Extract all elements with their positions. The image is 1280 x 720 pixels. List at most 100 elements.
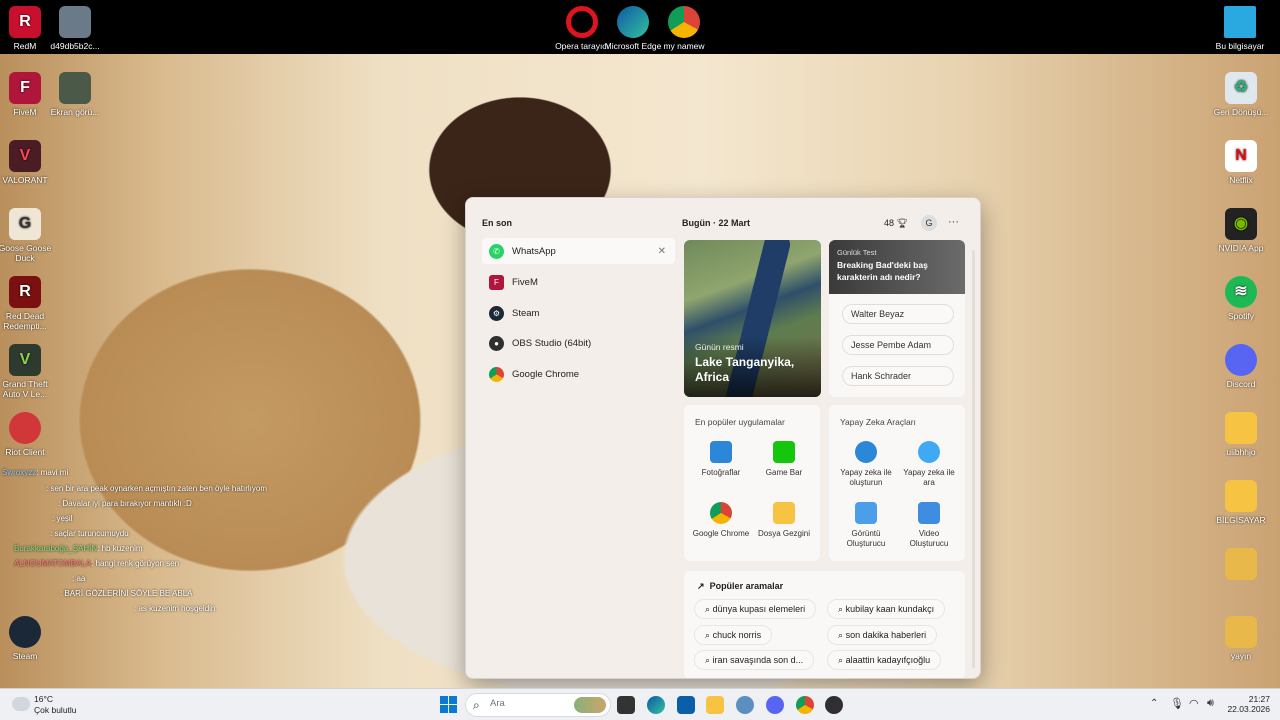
app-photos[interactable]: Fotoğraflar bbox=[691, 441, 751, 478]
video-creator-icon bbox=[918, 502, 940, 524]
desktop-icon-this-pc[interactable]: Bu bilgisayar bbox=[1208, 6, 1272, 51]
quiz-answer-1[interactable]: Walter Beyaz bbox=[842, 304, 954, 324]
volume-icon[interactable]: 🔊︎ bbox=[1207, 697, 1214, 710]
recent-item-whatsapp[interactable]: ✆ WhatsApp ✕ bbox=[482, 238, 675, 264]
gta-icon: V bbox=[9, 344, 41, 376]
search-icon: ⌕ bbox=[838, 655, 844, 665]
desktop-icon-valorant[interactable]: V VALORANT bbox=[0, 140, 57, 185]
close-icon[interactable]: ✕ bbox=[658, 246, 666, 257]
desktop-icon-screenshot[interactable]: Ekran görü... bbox=[43, 72, 107, 117]
ai-create[interactable]: Yapay zeka ile oluşturun bbox=[836, 441, 896, 488]
wifi-icon[interactable]: ◠ bbox=[1189, 697, 1199, 710]
popular-apps-title: En popüler uygulamalar bbox=[695, 417, 785, 427]
clock-time: 21:27 bbox=[1248, 694, 1270, 704]
netflix-icon: N bbox=[1225, 140, 1257, 172]
microphone-icon[interactable]: 🎙︎ bbox=[1170, 697, 1184, 710]
taskbar: 16°C Çok bulutlu ⌕ ⌃ 🎙︎ ◠ 🔊︎ 21:27 22.03… bbox=[0, 688, 1280, 720]
search-icon: ⌕ bbox=[473, 698, 480, 712]
folder-icon bbox=[773, 502, 795, 524]
recent-item-fivem[interactable]: F FiveM bbox=[482, 269, 675, 295]
chrome-icon[interactable] bbox=[796, 696, 814, 714]
quiz-answer-2[interactable]: Jesse Pembe Adam bbox=[842, 335, 954, 355]
game-bar-icon bbox=[773, 441, 795, 463]
weather-icon[interactable] bbox=[12, 697, 30, 711]
chevron-up-icon[interactable]: ⌃ bbox=[1150, 698, 1158, 709]
monitor-icon bbox=[1224, 6, 1256, 38]
search-suggestion[interactable]: ⌕ son dakika haberleri bbox=[827, 625, 938, 645]
image-of-the-day-card[interactable]: Günün resmi Lake Tanganyika, Africa bbox=[684, 240, 821, 397]
recent-item-steam[interactable]: ⚙ Steam bbox=[482, 300, 675, 326]
chat-line: Burakkaraboğa_ŞAHİN: hb kuzenim bbox=[14, 544, 143, 553]
quiz-header[interactable]: Günlük Test Breaking Bad'deki baş karakt… bbox=[829, 240, 965, 294]
scrollbar[interactable] bbox=[972, 250, 975, 668]
search-suggestion[interactable]: ⌕ chuck norris bbox=[694, 625, 773, 645]
desktop-icon-netflix[interactable]: N Netflix bbox=[1209, 140, 1273, 185]
obs-icon[interactable] bbox=[825, 696, 843, 714]
clock-date: 22.03.2026 bbox=[1227, 704, 1270, 714]
desktop-icon-goose[interactable]: G Goose Goose Duck bbox=[0, 208, 57, 263]
taskbar-search[interactable]: ⌕ bbox=[465, 693, 611, 717]
weather-desc[interactable]: Çok bulutlu bbox=[34, 705, 77, 715]
rewards-points[interactable]: 48 🏆︎ bbox=[884, 218, 908, 229]
avatar[interactable]: G bbox=[921, 215, 937, 231]
edge-icon[interactable] bbox=[647, 696, 665, 714]
search-suggestion[interactable]: ⌕ alaattin kadayıfçıoğlu bbox=[827, 650, 942, 670]
desktop-icon-file[interactable]: d49db5b2c... bbox=[43, 6, 107, 51]
ai-image-creator[interactable]: Görüntü Oluşturucu bbox=[836, 502, 896, 549]
search-suggestion[interactable]: ⌕ iran savaşında son d... bbox=[694, 650, 815, 670]
app-file-explorer[interactable]: Dosya Gezgini bbox=[754, 502, 814, 539]
task-view-icon[interactable] bbox=[617, 696, 635, 714]
recent-title: En son bbox=[482, 218, 513, 228]
app-game-bar[interactable]: Game Bar bbox=[754, 441, 814, 478]
desktop-icon-rdr2[interactable]: R Red Dead Redempti... bbox=[0, 276, 57, 331]
trophy-icon: 🏆︎ bbox=[896, 218, 908, 228]
desktop-icon-folder[interactable]: uiibhhjo bbox=[1209, 412, 1273, 457]
desktop-icon-discord[interactable]: Discord bbox=[1209, 344, 1273, 389]
search-icon: ⌕ bbox=[838, 630, 844, 640]
redm-icon: R bbox=[9, 6, 41, 38]
trending-icon: ↗ bbox=[697, 581, 705, 591]
search-highlight-image bbox=[574, 697, 606, 713]
desktop-icon-gta[interactable]: V Grand Theft Auto V Le... bbox=[0, 344, 57, 399]
search-input[interactable] bbox=[490, 698, 570, 709]
file-explorer-icon[interactable] bbox=[706, 696, 724, 714]
settings-icon[interactable] bbox=[736, 696, 754, 714]
desktop-icon-nvidia[interactable]: ◉ NVIDIA App bbox=[1209, 208, 1273, 253]
desktop-icon-spotify[interactable]: ≋ Spotify bbox=[1209, 276, 1273, 321]
chat-line: : aa bbox=[72, 574, 86, 583]
chrome-icon bbox=[489, 366, 504, 382]
search-icon: ⌕ bbox=[838, 604, 844, 614]
search-suggestion[interactable]: ⌕ kubilay kaan kundakçı bbox=[827, 599, 946, 619]
desktop-icon-riot[interactable]: Riot Client bbox=[0, 412, 57, 457]
search-suggestion[interactable]: ⌕ dünya kupası elemeleri bbox=[694, 599, 817, 619]
desktop-icon-yayin[interactable]: yayın bbox=[1209, 616, 1273, 661]
desktop-icon-chrome[interactable]: my namew bbox=[652, 6, 716, 51]
store-icon[interactable] bbox=[677, 696, 695, 714]
recent-item-chrome[interactable]: Google Chrome bbox=[482, 361, 675, 387]
opera-icon bbox=[566, 6, 598, 38]
quiz-answer-3[interactable]: Hank Schrader bbox=[842, 366, 954, 386]
desktop-icon-folder-2[interactable] bbox=[1209, 548, 1273, 583]
folder-icon bbox=[1225, 548, 1257, 580]
more-options-icon[interactable]: ··· bbox=[948, 216, 959, 228]
image-icon bbox=[59, 6, 91, 38]
ai-video-creator[interactable]: Video Oluşturucu bbox=[899, 502, 959, 549]
desktop-icon-recycle-bin[interactable]: ♻ Geri Dönüşü... bbox=[1209, 72, 1273, 117]
chat-line: : BARİ GÖZLERİNİ SÖYLE BE ABLA bbox=[60, 589, 193, 598]
desktop-icon-bilgisayar[interactable]: BİLGİSAYAR bbox=[1209, 480, 1273, 525]
clock[interactable]: 21:27 22.03.2026 bbox=[1226, 694, 1270, 714]
app-google-chrome[interactable]: Google Chrome bbox=[691, 502, 751, 539]
whatsapp-icon: ✆ bbox=[489, 243, 504, 259]
chrome-icon bbox=[668, 6, 700, 38]
ai-search-icon bbox=[918, 441, 940, 463]
chat-line: ALNOUMATOMBALA: hangi renk görüyon sen bbox=[14, 559, 180, 568]
start-button[interactable] bbox=[440, 696, 457, 713]
chat-line: Swroxyzz: mavi mi bbox=[2, 468, 69, 477]
recent-item-obs[interactable]: ● OBS Studio (64bit) bbox=[482, 330, 675, 356]
discord-icon[interactable] bbox=[766, 696, 784, 714]
start-menu: En son ✆ WhatsApp ✕ F FiveM ⚙ Steam ● OB… bbox=[465, 197, 981, 679]
ai-search[interactable]: Yapay zeka ile ara bbox=[899, 441, 959, 488]
desktop-icon-steam[interactable]: Steam bbox=[0, 616, 57, 661]
popular-searches-header: ↗ Popüler aramalar bbox=[697, 581, 784, 591]
weather-temp[interactable]: 16°C bbox=[34, 694, 53, 704]
